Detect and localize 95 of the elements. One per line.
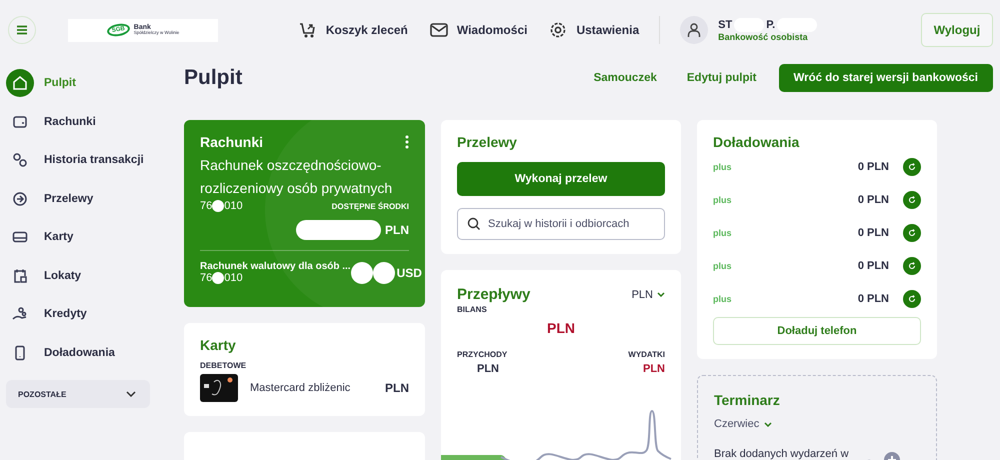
account-name[interactable]: Rachunek oszczędnościowo-rozliczeniowy osób prywatnych xyxy=(200,154,409,200)
nav-link[interactable]: Koszyk zleceń xyxy=(298,21,408,39)
payment-card-icon xyxy=(200,374,238,402)
currency: PLN xyxy=(385,223,409,237)
currency: USD xyxy=(396,266,422,280)
topup-button[interactable]: Doładuj telefon xyxy=(713,317,921,345)
more-dropdown[interactable]: POZOSTAŁE xyxy=(6,380,150,408)
topup-amount: 0 PLN xyxy=(858,226,889,238)
operator-logo: plus xyxy=(713,260,732,270)
refresh-icon xyxy=(908,228,916,236)
redaction-blob xyxy=(212,272,224,284)
redaction-blob xyxy=(350,262,373,284)
refresh-icon xyxy=(908,196,916,204)
expenses-value: PLN xyxy=(642,363,665,375)
operator-logo: plus xyxy=(713,228,732,238)
user-role: Bankowość osobista xyxy=(718,32,809,42)
menu-icon xyxy=(16,25,28,35)
search-field[interactable]: Szukaj w historii i odbiorcach xyxy=(457,208,665,240)
account-number: 76 xyxy=(200,272,212,284)
repeat-button[interactable] xyxy=(903,190,921,208)
redaction-blob xyxy=(372,262,395,284)
account-number: 76 xyxy=(200,200,212,212)
account-name[interactable]: Rachunek walutowy dla osób ... xyxy=(200,261,351,272)
refresh-icon xyxy=(908,294,916,302)
calendar-icon xyxy=(12,268,28,284)
sidebar-item[interactable]: Kredyty xyxy=(6,295,170,334)
card-title: Karty xyxy=(200,337,237,353)
sidebar-item[interactable]: Doładowania xyxy=(6,334,170,372)
menu-button[interactable] xyxy=(8,16,36,44)
sidebar-item[interactable]: Karty xyxy=(6,218,170,256)
home-icon xyxy=(12,75,28,92)
hand-coin-icon xyxy=(12,306,28,322)
topup-amount: 0 PLN xyxy=(858,292,889,304)
expenses-label: WYDATKI xyxy=(628,350,665,359)
card-title: Doładowania xyxy=(713,134,800,150)
sidebar-item[interactable]: Historia transakcji xyxy=(6,141,170,180)
card-title: Przepływy xyxy=(457,286,530,303)
page-title: Pulpit xyxy=(184,66,242,90)
empty-message: Brak dodanych wydarzeń w xyxy=(714,448,849,460)
user-name: P. xyxy=(766,19,776,31)
coins-icon xyxy=(12,152,28,168)
cart-icon xyxy=(298,21,317,39)
refresh-icon xyxy=(908,262,916,270)
action-link[interactable]: Edytuj pulpit xyxy=(686,72,757,84)
old-version-button[interactable]: Wróć do starej wersji bankowości xyxy=(778,64,993,92)
mail-icon xyxy=(430,23,448,37)
repeat-button[interactable] xyxy=(903,224,921,242)
balance-label: BILANS xyxy=(457,305,488,314)
logout-button[interactable]: Wyloguj xyxy=(920,13,993,47)
chevron-icon xyxy=(126,391,136,397)
sidebar-item[interactable]: Rachunki xyxy=(6,102,170,141)
currency-dropdown[interactable]: PLN xyxy=(632,288,665,300)
repeat-button[interactable] xyxy=(903,256,921,274)
repeat-button[interactable] xyxy=(903,158,921,176)
card-icon xyxy=(12,229,28,246)
topup-amount: 0 PLN xyxy=(858,194,889,206)
sidebar-item[interactable]: Lokaty xyxy=(6,256,170,295)
card-row[interactable]: Mastercard zbliżenic PLN xyxy=(200,374,409,402)
operator-logo: plus xyxy=(713,162,732,172)
make-transfer-button[interactable]: Wykonaj przelew xyxy=(457,162,665,196)
action-link[interactable]: Samouczek xyxy=(594,72,657,84)
nav-link[interactable]: Wiadomości xyxy=(430,21,528,39)
operator-logo: plus xyxy=(713,294,732,304)
sidebar-item[interactable]: Pulpit xyxy=(6,64,170,102)
repeat-button[interactable] xyxy=(903,290,921,308)
month-dropdown[interactable]: Czerwiec xyxy=(714,418,772,430)
search-icon xyxy=(467,217,481,231)
available-label: DOSTĘPNE ŚRODKI xyxy=(332,202,409,210)
more-icon[interactable] xyxy=(405,135,409,149)
settings-icon xyxy=(549,21,568,39)
card-name: Mastercard zbliżenic xyxy=(250,382,352,394)
card-title: Przelewy xyxy=(457,134,518,150)
balance-value: PLN xyxy=(546,320,576,336)
income-label: PRZYCHODY xyxy=(457,350,508,359)
user-icon xyxy=(687,22,702,38)
arrow-circle-icon xyxy=(12,190,28,207)
account-number: 010 xyxy=(224,272,243,284)
refresh-icon xyxy=(908,162,916,170)
redaction-blob xyxy=(212,200,224,212)
currency: PLN xyxy=(385,381,409,395)
chevron-icon xyxy=(764,422,772,426)
wallet-icon xyxy=(12,114,28,130)
nav-link[interactable]: Ustawienia xyxy=(549,21,640,39)
avatar[interactable] xyxy=(680,16,708,44)
section-label: DEBETOWE xyxy=(200,361,248,370)
card-title: Terminarz xyxy=(714,392,781,408)
account-number: 010 xyxy=(224,200,243,212)
topup-amount: 0 PLN xyxy=(858,160,889,172)
operator-logo: plus xyxy=(713,194,732,204)
user-name: ST xyxy=(718,19,732,31)
topup-amount: 0 PLN xyxy=(858,260,889,272)
income-value: PLN xyxy=(476,363,500,375)
sidebar-item[interactable]: Przelewy xyxy=(6,180,170,218)
chevron-icon xyxy=(657,292,665,297)
card-title: Rachunki xyxy=(200,134,264,150)
